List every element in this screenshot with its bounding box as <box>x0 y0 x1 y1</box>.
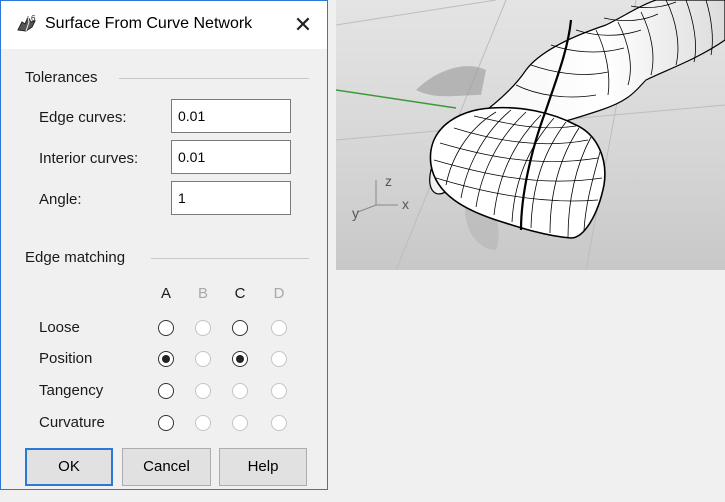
perspective-viewport[interactable]: z y x <box>336 0 725 270</box>
tangency-radio-c <box>232 383 248 399</box>
tolerances-divider <box>119 78 309 79</box>
angle-label: Angle: <box>39 191 82 208</box>
loose-radio-a[interactable] <box>158 320 174 336</box>
curvature-radio-d <box>271 415 287 431</box>
position-label: Position <box>39 350 93 367</box>
y-axis-label: y <box>352 205 359 221</box>
tangency-label: Tangency <box>39 382 104 399</box>
position-radio-c[interactable] <box>232 351 248 367</box>
close-icon: ✕ <box>293 12 313 37</box>
x-axis-label: x <box>402 196 409 212</box>
edge-curves-label: Edge curves: <box>39 109 127 126</box>
interior-curves-input[interactable] <box>171 140 291 174</box>
tangency-radio-b <box>195 383 211 399</box>
loose-radio-c[interactable] <box>232 320 248 336</box>
tangency-radio-d <box>271 383 287 399</box>
viewport-canvas: z y x <box>336 0 725 270</box>
curvature-label: Curvature <box>39 414 105 431</box>
surface-from-curve-network-dialog: 6 Surface From Curve Network ✕ Tolerance… <box>0 0 328 490</box>
help-button[interactable]: Help <box>219 448 307 486</box>
edge-matching-divider <box>151 258 309 259</box>
z-axis-label: z <box>385 173 392 189</box>
position-radio-d <box>271 351 287 367</box>
column-d-header: D <box>273 285 285 302</box>
cancel-button[interactable]: Cancel <box>122 448 211 486</box>
position-radio-a[interactable] <box>158 351 174 367</box>
svg-text:6: 6 <box>31 14 36 23</box>
column-b-header: B <box>197 285 208 302</box>
loose-radio-b <box>195 320 211 336</box>
column-a-header: A <box>160 285 171 302</box>
curvature-radio-b <box>195 415 211 431</box>
interior-curves-label: Interior curves: <box>39 150 139 167</box>
position-radio-b <box>195 351 211 367</box>
tolerances-heading: Tolerances <box>25 69 98 86</box>
curvature-radio-a[interactable] <box>158 415 174 431</box>
tangency-radio-a[interactable] <box>158 383 174 399</box>
dialog-title: Surface From Curve Network <box>45 15 253 32</box>
title-bar[interactable]: 6 Surface From Curve Network ✕ <box>1 1 327 49</box>
loose-label: Loose <box>39 319 80 336</box>
curvature-radio-c <box>232 415 248 431</box>
edge-curves-input[interactable] <box>171 99 291 133</box>
ok-button[interactable]: OK <box>25 448 113 486</box>
column-c-header: C <box>234 285 246 302</box>
rhino-icon: 6 <box>16 13 38 35</box>
close-button[interactable]: ✕ <box>285 9 321 41</box>
edge-matching-heading: Edge matching <box>25 249 126 266</box>
angle-input[interactable] <box>171 181 291 215</box>
loose-radio-d <box>271 320 287 336</box>
